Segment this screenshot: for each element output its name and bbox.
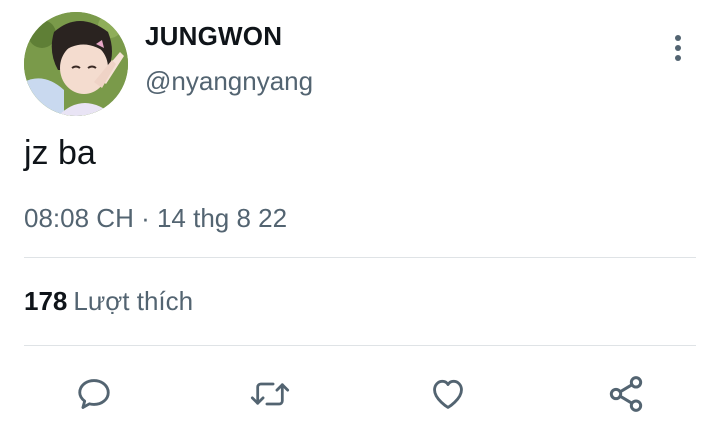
avatar[interactable] [24,12,128,116]
likes-stat[interactable]: 178 Lượt thích [24,286,193,317]
speech-bubble-icon [78,379,110,409]
author-handle[interactable]: @nyangnyang [145,66,313,97]
likes-label: Lượt thích [73,286,194,316]
share-nodes-icon [609,376,643,412]
retweet-button[interactable] [246,370,294,418]
share-button[interactable] [602,370,650,418]
avatar-photo [24,12,128,116]
author-display-name[interactable]: JUNGWON [145,21,282,52]
more-vertical-icon [675,35,681,61]
likes-count: 178 [24,286,68,316]
reply-button[interactable] [70,370,118,418]
tweet-detail: JUNGWON @nyangnyang jz ba 08:08 CH · 14 … [0,0,720,440]
like-button[interactable] [424,370,472,418]
retweet-arrows-icon [250,382,290,406]
more-options-button[interactable] [660,30,696,66]
heart-outline-icon [433,379,463,409]
divider [24,345,696,346]
tweet-text: jz ba [24,134,96,172]
divider [24,257,696,258]
tweet-timestamp[interactable]: 08:08 CH · 14 thg 8 22 [24,203,287,234]
